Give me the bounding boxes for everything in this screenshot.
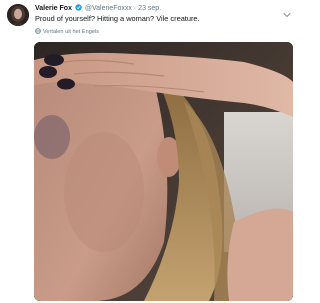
translate-label: Vertalen uit het Engels: [43, 29, 99, 35]
translate-link[interactable]: Vertalen uit het Engels: [35, 28, 99, 36]
tweet-date[interactable]: 23 sep.: [138, 5, 161, 12]
separator-dot: ·: [133, 5, 137, 12]
avatar[interactable]: [7, 4, 29, 26]
author-name[interactable]: Valerie Fox: [35, 5, 72, 12]
tweet-photo[interactable]: [34, 42, 293, 301]
photo-image: [34, 42, 293, 301]
tweet-header: Valerie Fox @ValerieFoxxx · 23 sep.: [35, 4, 161, 14]
tweet[interactable]: Valerie Fox @ValerieFoxxx · 23 sep. Prou…: [0, 0, 300, 303]
globe-icon: [35, 28, 41, 34]
chevron-down-icon[interactable]: [283, 5, 291, 18]
tweet-text: Proud of yourself? Hitting a woman? Vile…: [35, 14, 200, 23]
verified-badge-icon: [75, 4, 82, 11]
author-handle[interactable]: @ValerieFoxxx: [85, 5, 132, 12]
